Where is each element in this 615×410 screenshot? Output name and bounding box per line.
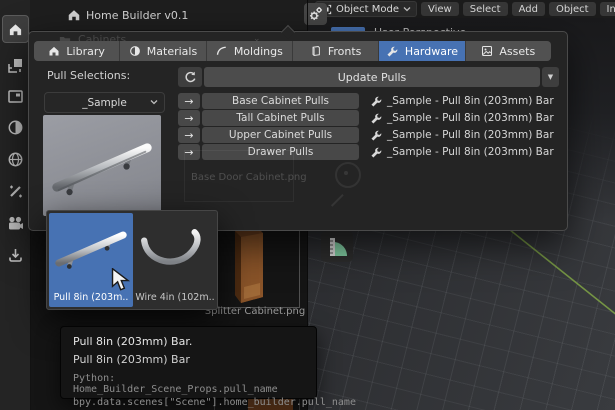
tooltip-python-label: Python: Home_Builder_Scene_Props.pull_na…	[73, 373, 278, 395]
bar-pull-image	[52, 143, 152, 196]
tab-moldings[interactable]: Moldings	[206, 41, 293, 61]
home-icon	[9, 23, 22, 35]
wire-pull-thumbnail	[141, 229, 201, 265]
tab-label: Moldings	[233, 44, 283, 58]
tab-materials[interactable]: Materials	[120, 41, 207, 61]
tooltip-python-path: bpy.data.scenes["Scene"].home_builder.pu…	[73, 397, 356, 408]
tab-library[interactable]: Library	[34, 41, 121, 61]
pull-preview-image[interactable]	[43, 115, 161, 216]
download-icon[interactable]	[7, 247, 24, 264]
tab-fronts[interactable]: Fronts	[292, 41, 380, 61]
tooltip-subtitle: Pull 8in (203mm) Bar	[73, 353, 190, 366]
library-tabs: Library Materials Moldings Fronts Hardwa…	[34, 41, 551, 61]
gallery-item-wire-pull[interactable]: Wire 4in (102m..	[133, 213, 217, 307]
pull-gallery-popup: Pull 8in (203m.. Wire 4in (102m..	[46, 210, 218, 310]
viewport-header: Object Mode View Select Add Object Inter…	[308, 0, 615, 18]
update-pulls-button[interactable]: Update Pulls	[204, 67, 540, 87]
wrench-icon	[371, 147, 382, 158]
asset-thumbnail[interactable]	[216, 222, 300, 308]
panel-title: Home Builder v0.1	[86, 9, 189, 22]
tab-label: Library	[66, 44, 105, 58]
ghost-gizmo-icon	[335, 162, 361, 188]
mode-dropdown[interactable]: Object Mode	[315, 1, 417, 17]
magic-wand-icon[interactable]	[7, 183, 24, 200]
sample-dropdown[interactable]: _Sample	[44, 92, 165, 113]
panel-front-icon	[312, 45, 320, 57]
apply-base-pulls-button[interactable]: →	[178, 93, 200, 109]
menu-add[interactable]: Add	[511, 2, 545, 16]
apply-tall-pulls-button[interactable]: →	[178, 110, 200, 126]
gears-icon	[309, 7, 322, 21]
material-sphere-icon[interactable]	[7, 119, 24, 136]
material-icon	[129, 46, 140, 56]
menu-interface[interactable]: Interface	[599, 2, 615, 16]
home-builder-header: Home Builder v0.1	[30, 0, 327, 30]
wrench-icon	[371, 130, 382, 141]
measure-tool-button[interactable]	[321, 231, 353, 262]
wrench-icon	[371, 113, 382, 124]
gallery-item-label: Wire 4in (102m..	[135, 292, 215, 303]
ghost-thumbnail-label: Base Door Cabinet.png	[191, 172, 307, 183]
menu-view[interactable]: View	[421, 2, 459, 16]
home-icon	[49, 46, 59, 56]
tab-assets[interactable]: Assets	[465, 41, 551, 61]
base-cabinet-pulls-button[interactable]: Base Cabinet Pulls	[202, 93, 359, 109]
refresh-button[interactable]	[178, 67, 202, 87]
tooltip: Pull 8in (203mm) Bar. Pull 8in (203mm) B…	[60, 326, 356, 408]
home-icon	[68, 10, 80, 21]
world-globe-icon[interactable]	[7, 151, 24, 168]
sidebar-item-home[interactable]	[2, 15, 29, 43]
tab-label: Materials	[146, 44, 198, 58]
pull-selections-label: Pull Selections:	[47, 69, 131, 82]
tall-cabinet-pulls-button[interactable]: Tall Cabinet Pulls	[202, 110, 359, 126]
wrench-icon	[371, 96, 382, 107]
tab-label: Assets	[499, 44, 536, 58]
base-pull-value: _Sample - Pull 8in (203mm) Bar	[387, 95, 554, 107]
camera-icon[interactable]	[7, 215, 24, 232]
upper-pull-value: _Sample - Pull 8in (203mm) Bar	[387, 129, 554, 141]
tab-label: Fronts	[327, 44, 362, 58]
gallery-item-label: Pull 8in (203m..	[53, 292, 129, 303]
image-icon	[482, 45, 493, 57]
blender-window: User Perspective Object Mode	[0, 0, 615, 410]
workspace-toolbar	[0, 0, 31, 410]
drawer-pull-value: _Sample - Pull 8in (203mm) Bar	[387, 146, 554, 158]
tab-hardware[interactable]: Hardware	[379, 41, 466, 61]
curve-icon	[216, 46, 226, 55]
bar-pull-thumbnail	[55, 231, 127, 269]
chevron-down-icon	[150, 100, 158, 105]
apply-upper-pulls-button[interactable]: →	[178, 127, 200, 143]
tab-label: Hardware	[404, 44, 459, 58]
home-builder-popup: Cabinets ⌄ Library Materials Moldings Fr…	[28, 31, 568, 231]
gallery-item-bar-pull[interactable]: Pull 8in (203m..	[49, 213, 133, 307]
tall-pull-value: _Sample - Pull 8in (203mm) Bar	[387, 112, 554, 124]
cabinet-thumbnail-image	[235, 227, 263, 303]
ghost-annotate-icon	[330, 193, 356, 219]
panel-icon[interactable]	[7, 88, 24, 105]
tooltip-title: Pull 8in (203mm) Bar.	[73, 335, 193, 348]
protractor-icon	[330, 237, 348, 256]
select-box-icon[interactable]	[7, 57, 24, 74]
menu-object[interactable]: Object	[548, 2, 596, 16]
mode-dropdown-label: Object Mode	[336, 3, 399, 15]
upper-cabinet-pulls-button[interactable]: Upper Cabinet Pulls	[202, 127, 359, 143]
chevron-down-icon	[403, 7, 411, 12]
refresh-icon	[184, 71, 195, 82]
dropdown-arrow-button[interactable]: ▼	[542, 67, 559, 87]
wrench-icon	[387, 46, 398, 57]
menu-select[interactable]: Select	[462, 2, 508, 16]
sample-dropdown-value: _Sample	[82, 96, 127, 109]
